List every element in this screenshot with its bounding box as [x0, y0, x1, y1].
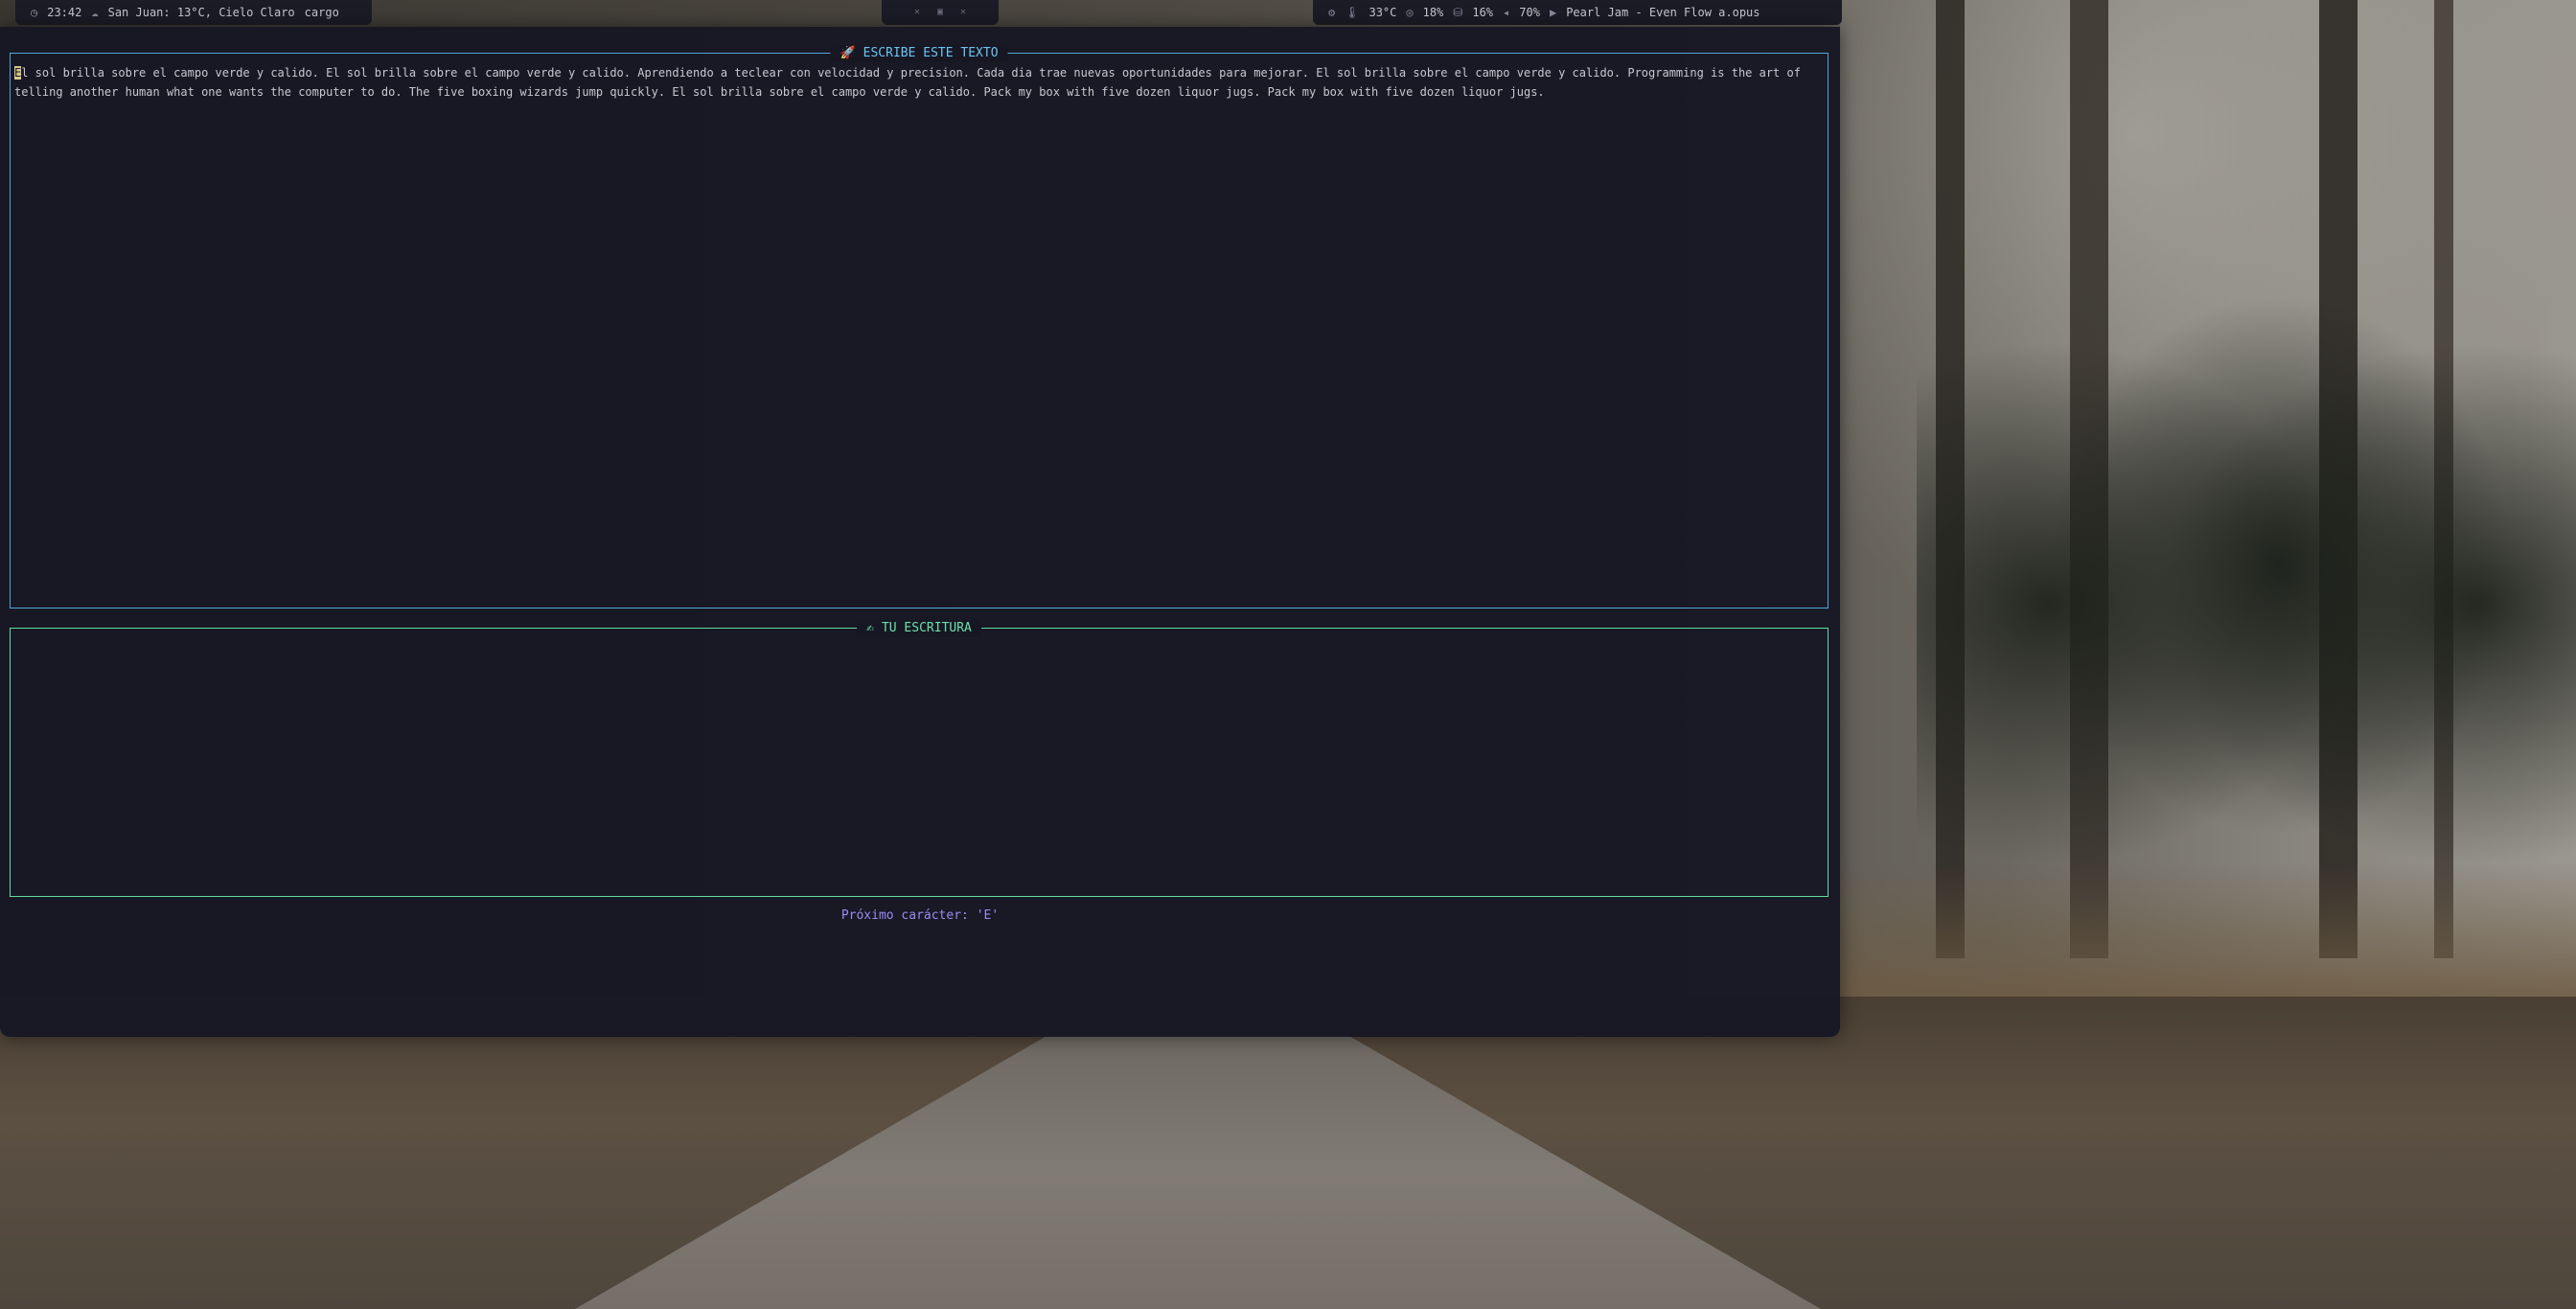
target-panel-title: 🚀 ESCRIBE ESTE TEXTO — [830, 45, 1008, 62]
memory-icon: ⛁ — [1453, 6, 1463, 19]
speaker-icon[interactable]: ◂ — [1503, 0, 1509, 26]
active-app: cargo — [304, 6, 339, 19]
workspace-1[interactable]: ✕ — [914, 0, 920, 26]
next-char-hint: Próximo carácter: 'E' — [840, 908, 1000, 923]
target-panel-title-text: ESCRIBE ESTE TEXTO — [862, 46, 999, 60]
status-bar: ◷ 23:42 ☁ San Juan: 13°C, Cielo Claro ca… — [0, 0, 2576, 27]
target-text-panel: 🚀 ESCRIBE ESTE TEXTO El sol brilla sobre… — [10, 45, 1828, 609]
clock-time[interactable]: 23:42 — [47, 0, 81, 26]
writing-panel-title-text: TU ESCRITURA — [881, 621, 972, 635]
clock-icon: ◷ — [31, 6, 38, 19]
target-text-rest: l sol brilla sobre el campo verde y cali… — [14, 66, 1801, 99]
typing-input-panel[interactable]: ✍ TU ESCRITURA — [10, 620, 1828, 897]
weather-text[interactable]: San Juan: 13°C, Cielo Claro — [108, 0, 295, 26]
workspace-switcher: ✕ ▣ ✕ — [882, 0, 999, 25]
cpu-usage: 18% — [1422, 6, 1444, 19]
thermometer-icon: 🌡 — [1345, 6, 1360, 19]
workspace-3[interactable]: ✕ — [960, 0, 966, 26]
terminal-window[interactable]: 🚀 ESCRIBE ESTE TEXTO El sol brilla sobre… — [0, 27, 1840, 1037]
wallpaper-pines — [1917, 144, 2576, 910]
rocket-icon: 🚀 — [840, 46, 856, 60]
status-bar-left: ◷ 23:42 ☁ San Juan: 13°C, Cielo Claro ca… — [15, 0, 372, 25]
writing-hand-icon: ✍ — [866, 621, 874, 635]
play-icon[interactable]: ▶ — [1550, 0, 1556, 26]
status-bar-right: ⚙ 🌡 33°C ◎ 18% ⛁ 16% ◂ 70% ▶ Pearl Jam -… — [1313, 0, 1842, 25]
volume-level[interactable]: 70% — [1519, 0, 1540, 26]
memory-usage: 16% — [1472, 6, 1494, 19]
target-text: El sol brilla sobre el campo verde y cal… — [14, 63, 1808, 102]
settings-icon[interactable]: ⚙ — [1328, 0, 1335, 26]
cpu-icon: ◎ — [1406, 6, 1414, 19]
media-title[interactable]: Pearl Jam - Even Flow a.opus — [1566, 0, 1760, 26]
workspace-2[interactable]: ▣ — [937, 0, 943, 26]
cpu-temp: 33°C — [1368, 6, 1397, 19]
writing-panel-title: ✍ TU ESCRITURA — [857, 620, 981, 637]
cloud-icon: ☁ — [91, 6, 99, 19]
